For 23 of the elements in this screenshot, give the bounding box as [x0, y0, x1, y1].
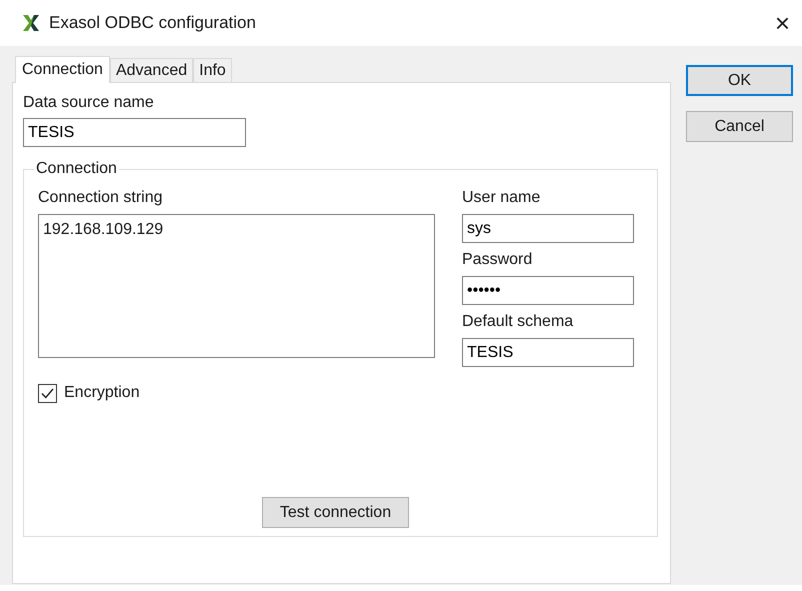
field-label: Connection string [38, 188, 164, 208]
dialog-button[interactable]: Cancel [686, 111, 793, 142]
field-label: Data source name [23, 93, 155, 113]
text-field[interactable]: TESIS [23, 118, 246, 147]
test-connection-button[interactable]: Test connection [262, 497, 409, 528]
window-title: Exasol ODBC configuration [49, 12, 256, 34]
tab[interactable]: Connection [15, 56, 110, 83]
connection-string-field[interactable]: 192.168.109.129 [38, 214, 435, 358]
field-label: Password [462, 250, 534, 270]
checkbox-label: Encryption [64, 383, 140, 403]
field-label: Default schema [462, 312, 574, 332]
text-field[interactable]: sys [462, 214, 634, 243]
tab[interactable]: Info [193, 58, 232, 82]
close-button[interactable]: × [774, 10, 790, 36]
text-field[interactable]: •••••• [462, 276, 634, 305]
text-field[interactable]: TESIS [462, 338, 634, 367]
dialog-button[interactable]: OK [686, 65, 793, 96]
x-logo-icon [22, 14, 40, 32]
encryption-checkbox[interactable] [38, 384, 57, 402]
field-label: User name [462, 188, 542, 208]
tab[interactable]: Advanced [110, 58, 194, 82]
group-title: Connection [35, 159, 118, 179]
checkmark-icon [41, 388, 54, 398]
